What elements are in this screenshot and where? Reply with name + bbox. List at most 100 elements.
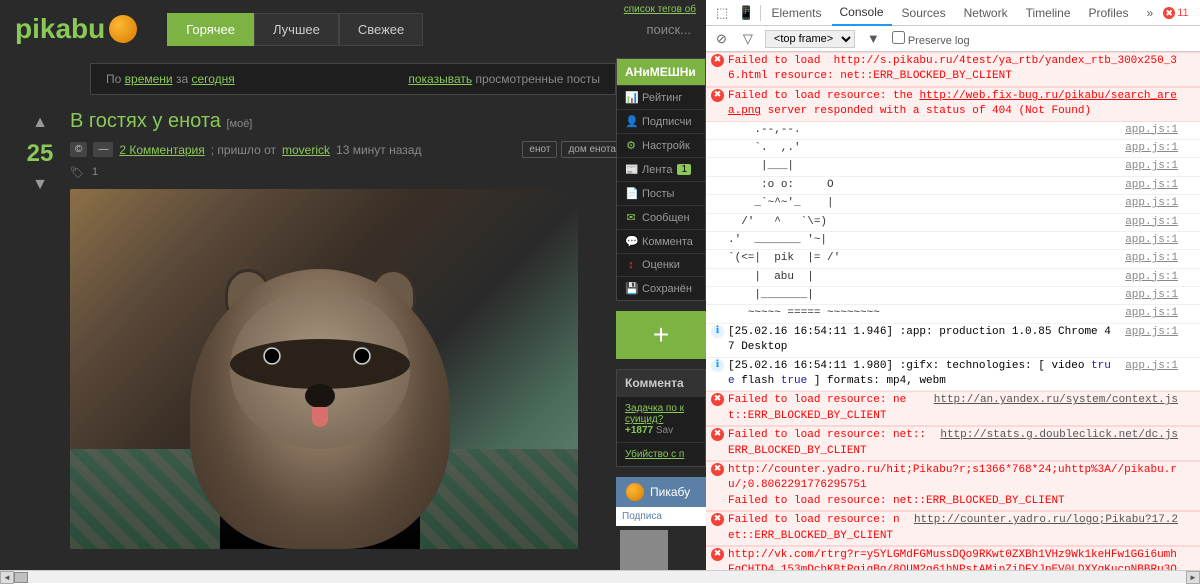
tab-fresh[interactable]: Свежее [339, 13, 423, 46]
log-source-link[interactable]: app.js:1 [1125, 359, 1178, 390]
username[interactable]: АНиМЕШНи [617, 59, 705, 85]
console-row[interactable]: ~~~~~ ===== ~~~~~~~~ app.js:1 [706, 305, 1200, 323]
log-source-link[interactable]: http://stats.g.doubleclick.net/dc.js [940, 428, 1178, 459]
log-source-link[interactable]: http://counter.yadro.ru/logo;Pikabu?17.2 [914, 513, 1178, 544]
avatar[interactable] [620, 530, 668, 570]
scroll-thumb[interactable] [14, 572, 28, 583]
sidebar-comment-item[interactable]: Убийство с п [617, 442, 705, 466]
frame-select[interactable]: <top frame> [765, 30, 855, 48]
console-row[interactable]: .' _______ '~|app.js:1 [706, 232, 1200, 250]
tab-timeline[interactable]: Timeline [1018, 1, 1079, 25]
search-input[interactable]: поиск... [646, 22, 691, 37]
log-source-link[interactable]: app.js:1 [1125, 196, 1178, 211]
log-source-link[interactable]: app.js:1 [1125, 141, 1178, 156]
filter-icon[interactable]: ▽ [739, 27, 757, 51]
tab-sources[interactable]: Sources [894, 1, 954, 25]
log-source-link[interactable]: http://an.yandex.ru/system/context.js [934, 393, 1178, 424]
sidebar-item[interactable]: 📊Рейтинг [617, 85, 705, 109]
filter-show-link[interactable]: показывать [408, 72, 472, 86]
preserve-log[interactable]: Preserve log [892, 31, 970, 47]
log-source-link[interactable]: app.js:1 [1125, 178, 1178, 193]
log-source-link[interactable]: app.js:1 [1125, 233, 1178, 248]
filter2-icon[interactable]: ▼ [863, 27, 884, 50]
console-row[interactable]: | abu |app.js:1 [706, 269, 1200, 287]
log-message: Failed to load resource: net::ERR_BLOCKE… [728, 428, 932, 459]
logo[interactable]: pikabu [15, 13, 137, 45]
console-row[interactable]: Failed to load resource: net::ERR_BLOCKE… [706, 391, 1200, 426]
item-label: Лента [642, 164, 672, 176]
console-row[interactable]: Failed to load resource: net::ERR_BLOCKE… [706, 426, 1200, 461]
add-post-button[interactable]: + [616, 311, 706, 359]
device-icon[interactable]: 📱 [734, 1, 758, 25]
console-row[interactable]: Failed to load resource: the http://web.… [706, 87, 1200, 122]
menu-icon[interactable]: ⋮ [1191, 1, 1200, 25]
top-links[interactable]: список тегов об [624, 4, 696, 15]
console-row[interactable]: .--,--. app.js:1 [706, 122, 1200, 140]
post-title[interactable]: В гостях у енота [моё] [70, 110, 706, 133]
log-message: |_______| [728, 288, 1117, 303]
log-source-link[interactable]: app.js:1 [1125, 251, 1178, 266]
console-row[interactable]: Failed to load resource: net::ERR_BLOCKE… [706, 511, 1200, 546]
console-row[interactable]: http://vk.com/rtrg?r=y5YLGMdFGMussDQo9RK… [706, 546, 1200, 570]
scroll-left-button[interactable]: ◄ [0, 571, 14, 584]
log-source-link[interactable]: app.js:1 [1125, 123, 1178, 138]
log-message: .--,--. [728, 123, 1117, 138]
inspect-icon[interactable]: ⬚ [712, 1, 732, 25]
log-source-link[interactable]: app.js:1 [1125, 288, 1178, 303]
tab-hot[interactable]: Горячее [167, 13, 254, 46]
console-row[interactable]: |___|app.js:1 [706, 158, 1200, 176]
console-toolbar: ⊘ ▽ <top frame> ▼ Preserve log [706, 26, 1200, 52]
console-row[interactable]: _`~^~'_ |app.js:1 [706, 195, 1200, 213]
sidebar-item[interactable]: 📰Лента1 [617, 157, 705, 181]
log-source-link[interactable]: app.js:1 [1125, 159, 1178, 174]
log-source-link[interactable]: app.js:1 [1125, 215, 1178, 230]
author-link[interactable]: moverick [282, 143, 330, 157]
sidebar-item[interactable]: 📄Посты [617, 181, 705, 205]
sidebar-item[interactable]: 💾Сохранён [617, 276, 705, 300]
console-row[interactable]: /' ^ `\=)app.js:1 [706, 214, 1200, 232]
error-count[interactable]: ✖11 [1163, 7, 1188, 19]
console-row[interactable]: http://counter.yadro.ru/hit;Pikabu?r;s13… [706, 461, 1200, 511]
console-output[interactable]: Failed to load http://s.pikabu.ru/4test/… [706, 52, 1200, 570]
sidebar-item[interactable]: 👤Подписчи [617, 109, 705, 133]
console-row[interactable]: :o o: Oapp.js:1 [706, 177, 1200, 195]
console-row[interactable]: [25.02.16 16:54:11 1.980] :gifx: technol… [706, 358, 1200, 392]
log-source-link[interactable]: app.js:1 [1125, 325, 1178, 356]
vk-subscribe[interactable]: Подписа [616, 507, 706, 526]
log-message: `(<=| pik |= /' [728, 251, 1117, 266]
tag[interactable]: дом енота [561, 141, 623, 158]
log-source-link[interactable]: app.js:1 [1125, 306, 1178, 321]
tab-profiles[interactable]: Profiles [1081, 1, 1137, 25]
sidebar-item[interactable]: ✉Сообщен [617, 205, 705, 229]
item-icon: 📄 [625, 187, 637, 200]
console-row[interactable]: `. ,.'app.js:1 [706, 140, 1200, 158]
comments-link[interactable]: 2 Комментария [119, 143, 204, 157]
vk-widget[interactable]: Пикабу [616, 477, 706, 507]
clear-icon[interactable]: ⊘ [712, 27, 731, 51]
tab-more[interactable]: » [1139, 1, 1162, 25]
tab-best[interactable]: Лучшее [254, 13, 339, 46]
console-row[interactable]: `(<=| pik |= /' app.js:1 [706, 250, 1200, 268]
sidebar-item[interactable]: ⚙Настройк [617, 133, 705, 157]
upvote-button[interactable]: ▲ [10, 110, 70, 136]
item-icon: 📰 [625, 163, 637, 176]
downvote-button[interactable]: ▼ [10, 172, 70, 198]
tag[interactable]: енот [522, 141, 557, 158]
tab-network[interactable]: Network [956, 1, 1016, 25]
tab-elements[interactable]: Elements [763, 1, 829, 25]
filter-time-link[interactable]: времени [125, 72, 173, 86]
item-icon: ✉ [625, 211, 637, 224]
horizontal-scrollbar[interactable]: ◄ ► [0, 570, 1200, 583]
scroll-right-button[interactable]: ► [1186, 571, 1200, 584]
sidebar-comment-item[interactable]: Задачка по ксуицид?+1877 Sav [617, 396, 705, 442]
sidebar-item[interactable]: 💬Коммента [617, 229, 705, 253]
filter-today-link[interactable]: сегодня [191, 72, 234, 86]
log-source-link[interactable]: app.js:1 [1125, 270, 1178, 285]
tab-console[interactable]: Console [832, 0, 892, 26]
console-row[interactable]: [25.02.16 16:54:11 1.946] :app: producti… [706, 324, 1200, 358]
console-row[interactable]: |_______| app.js:1 [706, 287, 1200, 305]
log-message: ~~~~~ ===== ~~~~~~~~ [728, 306, 1117, 321]
post-image[interactable] [70, 189, 578, 549]
sidebar-item[interactable]: ↕Оценки [617, 253, 705, 276]
console-row[interactable]: Failed to load http://s.pikabu.ru/4test/… [706, 52, 1200, 87]
